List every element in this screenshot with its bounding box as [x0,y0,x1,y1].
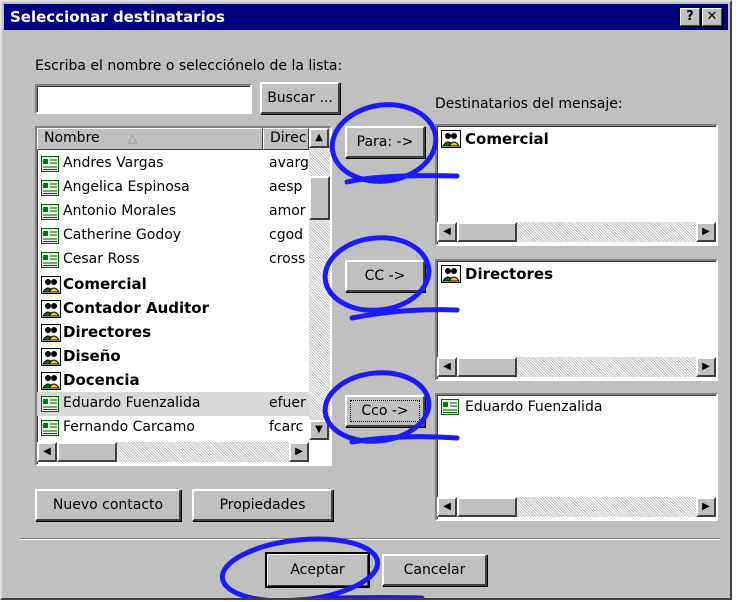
group-icon [41,276,61,298]
list-item[interactable]: Antonio Morales amor [37,200,309,224]
h-scroll-thumb[interactable] [457,357,517,377]
list-item[interactable]: Diseño [37,344,309,368]
contact-card-icon [41,204,59,224]
properties-button[interactable]: Propiedades [192,489,333,521]
list-item[interactable]: Contador Auditor [37,296,309,320]
list-item[interactable]: Catherine Godoy cgod [37,224,309,248]
contact-card-icon [41,180,59,200]
h-scroll-thumb[interactable] [457,222,517,242]
scroll-thumb[interactable] [309,176,330,220]
list-item[interactable]: Docencia [37,368,309,392]
scroll-right-icon[interactable]: ▶ [696,222,716,242]
cc-recipient-name: Directores [465,265,554,283]
title-bar: Seleccionar destinatarios ? ✕ [4,4,728,30]
list-item-name: Directores [63,323,152,341]
group-icon [41,348,61,370]
list-item-address: fcarc [269,419,304,435]
contact-card-icon [41,420,59,440]
scroll-right-icon[interactable]: ▶ [289,442,309,462]
recipients-label: Destinatarios del mensaje: [435,96,623,112]
group-icon [41,324,61,346]
list-item[interactable]: Angelica Espinosa aesp [37,176,309,200]
list-item[interactable]: Directores [37,320,309,344]
contact-list[interactable]: Nombre △ Direc Andres Vargas avarg Angelic… [35,126,332,466]
list-item[interactable]: Comercial [37,272,309,296]
list-item[interactable]: Cesar Ross cross [37,248,309,272]
search-input[interactable] [35,84,252,114]
list-item-name: Eduardo Fuenzalida [63,395,201,411]
to-recipient-name: Comercial [465,130,549,148]
group-icon [41,372,61,394]
sort-triangle-icon: △ [128,131,138,145]
bcc-recipients-box[interactable]: Eduardo Fuenzalida ◀ ▶ [435,393,718,521]
cc-recipients-box[interactable]: Directores ◀ ▶ [435,259,718,381]
cc-button[interactable]: CC -> [345,260,425,292]
scroll-left-icon[interactable]: ◀ [437,497,457,517]
list-item-name: Andres Vargas [63,155,164,171]
contact-card-icon [41,156,59,176]
cancel-button[interactable]: Cancelar [382,554,487,586]
search-instruction: Escriba el nombre o selecciónelo de la l… [35,58,343,74]
contact-card-icon [441,399,459,419]
column-header-address[interactable]: Direc [263,128,309,150]
list-item-name: Cesar Ross [63,251,140,267]
h-scroll-thumb[interactable] [457,497,517,517]
group-icon [441,265,461,287]
to-horizontal-scrollbar[interactable]: ◀ ▶ [437,222,716,242]
list-item-name: Diseño [63,347,121,365]
group-icon [441,130,461,152]
list-item-address: aesp [269,179,303,195]
bcc-horizontal-scrollbar[interactable]: ◀ ▶ [437,497,716,517]
scroll-right-icon[interactable]: ▶ [696,357,716,377]
window-title: Seleccionar destinatarios [10,8,225,26]
help-button[interactable]: ? [680,8,700,26]
scroll-left-icon[interactable]: ◀ [437,357,457,377]
contact-card-icon [41,228,59,248]
list-item-address: cross [269,251,306,267]
list-item-address: efuer [269,395,306,411]
search-button[interactable]: Buscar ... [260,82,340,114]
to-recipients-box[interactable]: Comercial ◀ ▶ [435,124,718,246]
list-item-name: Comercial [63,275,147,293]
list-item-name: Angelica Espinosa [63,179,190,195]
new-contact-button[interactable]: Nuevo contacto [35,489,181,521]
list-item-name: Contador Auditor [63,299,209,317]
contact-card-icon [41,396,59,416]
column-header-name[interactable]: Nombre △ [37,128,263,150]
list-item-address: cgod [269,227,304,243]
h-scroll-thumb[interactable] [57,442,117,462]
scroll-up-icon[interactable]: ▲ [309,128,329,148]
contact-card-icon [41,252,59,272]
group-icon [41,300,61,322]
list-horizontal-scrollbar[interactable]: ◀ ▶ [37,442,309,462]
list-item-address: avarg [269,155,309,171]
scroll-left-icon[interactable]: ◀ [37,442,57,462]
list-item-name: Fernando Carcamo [63,419,195,435]
list-header: Nombre △ Direc [37,128,309,150]
separator [20,538,720,540]
annotation-line-ok [290,595,425,598]
list-item-name: Catherine Godoy [63,227,182,243]
close-button[interactable]: ✕ [702,8,722,26]
to-button[interactable]: Para: -> [345,126,425,158]
column-name-label: Nombre [44,130,100,146]
list-item[interactable]: Eduardo Fuenzalida efuer [37,392,309,416]
bcc-button[interactable]: Cco -> [345,395,425,427]
list-vertical-scrollbar[interactable]: ▲ ▼ [309,128,330,440]
scroll-right-icon[interactable]: ▶ [696,497,716,517]
list-item-address: amor [269,203,306,219]
list-item[interactable]: Andres Vargas avarg [37,152,309,176]
bcc-recipient-name: Eduardo Fuenzalida [465,399,603,415]
ok-button[interactable]: Aceptar [265,552,370,588]
scroll-left-icon[interactable]: ◀ [437,222,457,242]
list-item-name: Antonio Morales [63,203,177,219]
cc-horizontal-scrollbar[interactable]: ◀ ▶ [437,357,716,377]
select-recipients-dialog: Seleccionar destinatarios ? ✕ Escriba el… [0,0,732,600]
list-item[interactable]: Fernando Carcamo fcarc [37,416,309,440]
list-item-name: Docencia [63,371,140,389]
scroll-down-icon[interactable]: ▼ [309,420,329,440]
